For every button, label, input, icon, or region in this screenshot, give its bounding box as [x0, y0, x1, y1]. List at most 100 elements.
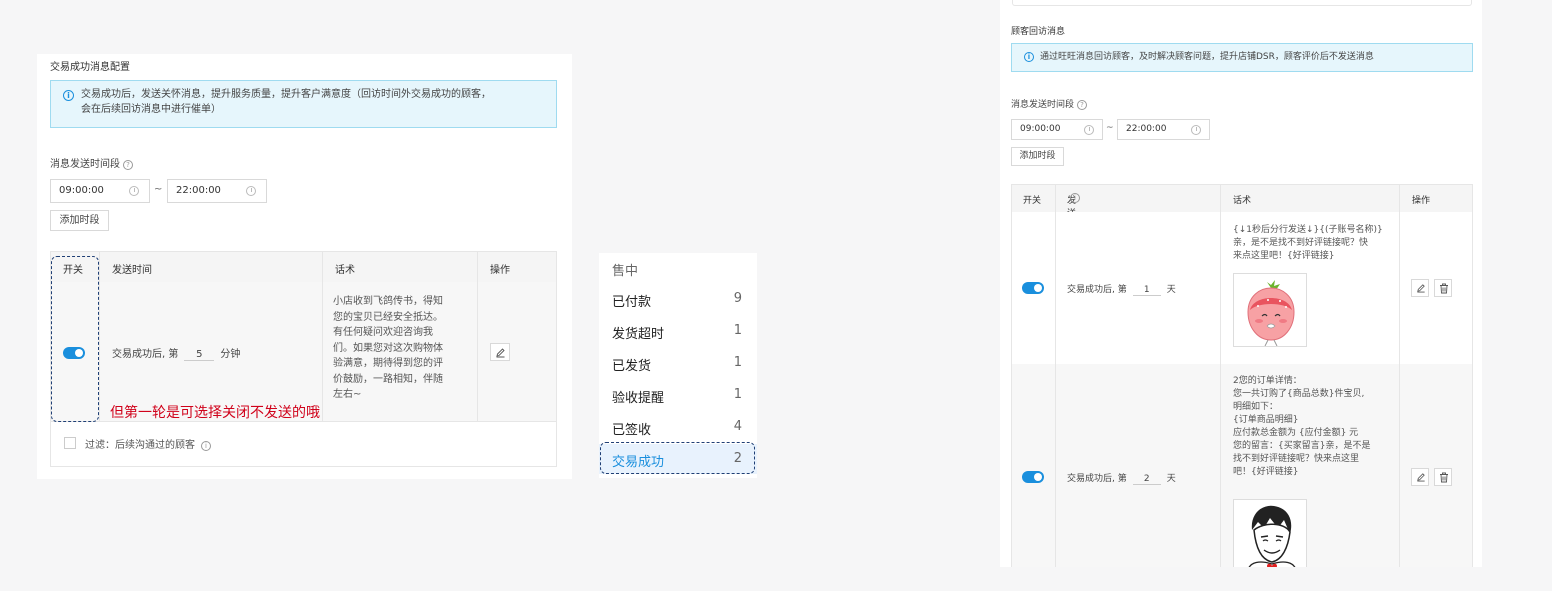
edit-button[interactable]: [490, 343, 510, 361]
active-status-highlight-box: [600, 442, 755, 474]
status-item-count: 1: [733, 323, 742, 338]
delete-button[interactable]: [1434, 468, 1452, 486]
script-line: 价鼓励，一路相知，伴随: [333, 373, 443, 385]
delete-button[interactable]: [1434, 279, 1452, 297]
add-period-button[interactable]: 添加时段: [50, 210, 109, 231]
status-item-label: 验收提醒: [612, 391, 665, 406]
script-line: {↓1秒后分行发送↓}{(子账号名称)}: [1233, 225, 1383, 235]
status-item-label: 已签收: [612, 423, 652, 438]
col-script: 话术: [1233, 196, 1252, 206]
status-item-label: 已发货: [612, 359, 652, 374]
status-group-header: 售中: [612, 264, 639, 279]
minutes-input[interactable]: 5: [184, 349, 215, 361]
customer-revisit-panel: 顾客回访消息 i 通过旺旺消息回访顾客，及时解决顾客问题，提升店铺DSR，顾客评…: [1000, 0, 1482, 567]
send-time-cell: 交易成功后, 第1天: [1067, 285, 1176, 296]
range-separator: ~: [1106, 123, 1114, 133]
clock-icon: [1191, 124, 1201, 135]
send-period-label: 消息发送时间段?: [1011, 97, 1088, 110]
filter-label: 过滤：后续沟通过的顾客 i: [85, 436, 211, 451]
col-switch: 开关: [1023, 196, 1042, 206]
col-script: 话术: [335, 265, 355, 276]
help-icon[interactable]: i: [201, 441, 211, 451]
edit-button[interactable]: [1411, 279, 1429, 297]
edit-button[interactable]: [1411, 468, 1429, 486]
script-text: 2您的订单详情： 您一共订购了{商品总数}件宝贝, 明细如下： {订单商品明细} 应付款…: [1233, 375, 1370, 479]
status-list: 售中 已付款 9 发货超时 1 已发货 1 验收提醒 1 已签收 4 交易成功 2: [599, 253, 757, 478]
info-alert: i 通过旺旺消息回访顾客，及时解决顾客问题，提升店铺DSR，顾客评价后不发送消息: [1011, 43, 1473, 72]
status-item[interactable]: 发货超时 1: [599, 316, 757, 346]
filter-row: 过滤：后续沟通过的顾客 i: [50, 422, 557, 467]
script-line: 验满意，期待得到您的评: [333, 358, 443, 369]
script-line: 2您的订单详情：: [1233, 376, 1302, 386]
meme-face-sticker: [1233, 499, 1307, 567]
meme-face-image: [1248, 505, 1296, 567]
script-line: 应付款总金额为 {应付金额} 元: [1233, 428, 1359, 438]
strawberry-image: [1247, 280, 1295, 346]
annotation-text: 但第一轮是可选择关闭不发送的哦: [110, 405, 320, 421]
help-icon[interactable]: i: [1070, 193, 1080, 203]
script-line: 来点这里吧！{好评链接}: [1233, 251, 1335, 261]
status-item[interactable]: 验收提醒 1: [599, 380, 757, 410]
send-period-label: 消息发送时间段?: [50, 155, 133, 170]
panel-title: 交易成功消息配置: [50, 62, 130, 73]
pencil-icon: [496, 348, 505, 358]
alert-text: 通过旺旺消息回访顾客，及时解决顾客问题，提升店铺DSR，顾客评价后不发送消息: [1040, 52, 1374, 62]
status-item[interactable]: 已付款 9: [599, 284, 757, 314]
info-alert: i 交易成功后，发送关怀消息，提升服务质量，提升客户满意度（回访时间外交易成功的…: [50, 80, 557, 128]
send-time-cell: 交易成功后, 第2天: [1067, 474, 1176, 485]
script-line: 吧！{好评链接}: [1233, 467, 1299, 477]
script-line: {订单商品明细}: [1233, 415, 1299, 425]
status-item[interactable]: 已签收 4: [599, 412, 757, 442]
help-icon[interactable]: ?: [1077, 100, 1088, 110]
script-text: 小店收到飞鸽传书，得知 您的宝贝已经安全抵达。 有任何疑问欢迎咨询我 们。如果您对这次…: [333, 294, 443, 403]
script-line: 亲，是不是找不到好评链接呢？快: [1233, 238, 1369, 248]
status-item[interactable]: 已发货 1: [599, 348, 757, 378]
days-input[interactable]: 2: [1132, 474, 1161, 485]
panel-title: 顾客回访消息: [1011, 27, 1066, 37]
col-action: 操作: [1412, 196, 1431, 206]
col-send-time: 发送时间: [112, 265, 152, 276]
status-item-label: 发货超时: [612, 327, 665, 342]
top-divider: [1012, 0, 1472, 6]
status-item-count: 1: [733, 355, 742, 370]
pencil-icon: [1417, 284, 1425, 293]
table-header: 开关 发送时间 话术 操作: [50, 251, 557, 283]
script-line: 您的宝贝已经安全抵达。: [333, 311, 443, 323]
pencil-icon: [1417, 473, 1425, 482]
alert-text-line1: 交易成功后，发送关怀消息，提升服务质量，提升客户满意度（回访时间外交易成功的顾客…: [81, 89, 491, 100]
help-icon[interactable]: ?: [123, 160, 133, 170]
script-line: 找不到好评链接呢？快来点这里: [1233, 454, 1360, 464]
enable-toggle[interactable]: [1022, 282, 1044, 294]
script-line: 明细如下：: [1233, 402, 1279, 412]
status-item-count: 1: [733, 387, 742, 402]
script-line: 小店收到飞鸽传书，得知: [333, 296, 443, 307]
enable-toggle[interactable]: [1022, 471, 1044, 483]
strawberry-sticker: [1233, 273, 1307, 347]
col-action: 操作: [490, 265, 510, 276]
info-icon: i: [1024, 52, 1034, 62]
end-time-input[interactable]: 22:00:00: [1117, 119, 1210, 140]
clock-icon: [246, 186, 256, 196]
add-period-button[interactable]: 添加时段: [1011, 147, 1064, 166]
status-item-count: 9: [733, 291, 742, 306]
end-time-input[interactable]: 22:00:00: [167, 179, 267, 203]
filter-checkbox[interactable]: [64, 437, 76, 449]
table-header: 开关 发送时间i 话术 操作: [1011, 184, 1473, 245]
trash-icon: [1440, 472, 1448, 483]
script-line: 们。如果您对这次购物体: [333, 342, 443, 354]
script-line: 左右~: [333, 389, 362, 400]
switch-highlight-box: [51, 256, 99, 422]
start-time-input[interactable]: 09:00:00: [50, 179, 150, 203]
status-item-label: 已付款: [612, 295, 652, 310]
range-separator: ~: [154, 184, 163, 195]
script-line: 有任何疑问欢迎咨询我: [333, 327, 433, 338]
status-item-count: 4: [733, 419, 742, 434]
clock-icon: [1084, 124, 1094, 135]
send-time-cell: 交易成功后, 第 5 分钟: [112, 349, 241, 361]
clock-icon: [129, 186, 139, 196]
trash-icon: [1440, 283, 1448, 294]
start-time-input[interactable]: 09:00:00: [1011, 119, 1103, 140]
script-text: {↓1秒后分行发送↓}{(子账号名称)} 亲，是不是找不到好评链接呢？快 来点这里吧…: [1233, 224, 1383, 263]
days-input[interactable]: 1: [1132, 285, 1161, 296]
info-icon: i: [63, 90, 74, 101]
